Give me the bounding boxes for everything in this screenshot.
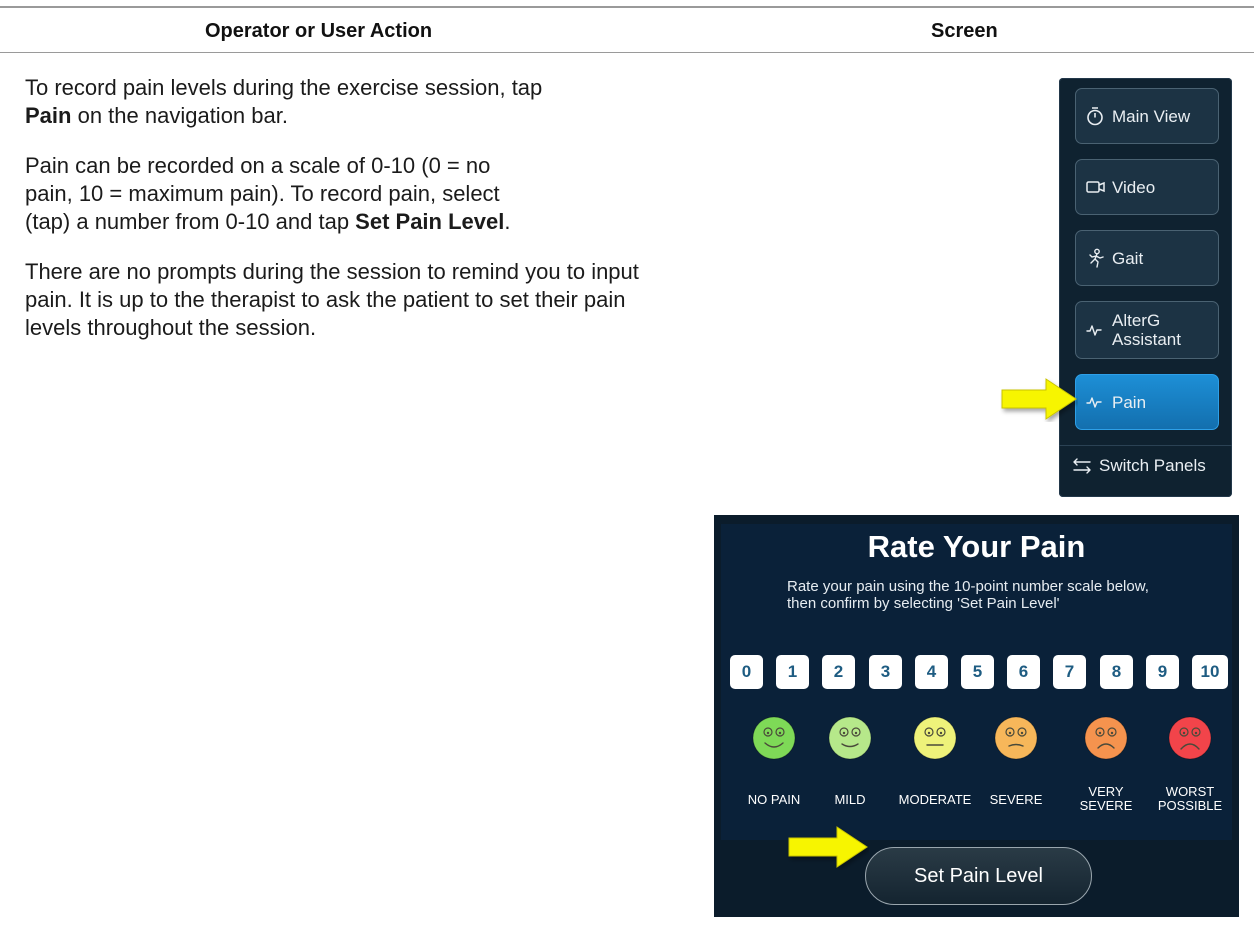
pain-face-label-5: VERY SEVERE bbox=[1064, 785, 1148, 813]
pain-face-label-2: MILD bbox=[808, 793, 892, 807]
pain-number-button-6[interactable]: 6 bbox=[1007, 655, 1040, 689]
pain-face-label-line1: MILD bbox=[834, 792, 866, 807]
pain-number-button-8[interactable]: 8 bbox=[1100, 655, 1133, 689]
pain-number-button-3[interactable]: 3 bbox=[869, 655, 902, 689]
pulse-icon bbox=[1086, 395, 1108, 409]
pain-face-icon-3 bbox=[913, 716, 957, 760]
pain-face-label-line2: SEVERE bbox=[1079, 798, 1133, 813]
pain-number-button-10[interactable]: 10 bbox=[1192, 655, 1228, 689]
pain-face-label-line1: MODERATE bbox=[898, 792, 972, 807]
stopwatch-icon bbox=[1086, 106, 1108, 126]
pain-face-label-4: SEVERE bbox=[974, 793, 1058, 807]
nav-divider bbox=[1059, 445, 1232, 446]
pain-face-icon-6 bbox=[1168, 716, 1212, 760]
p2-bold: Set Pain Level bbox=[355, 209, 505, 234]
pain-face-icon-4 bbox=[994, 716, 1038, 760]
pain-faces-row: NO PAIN MILD MODERATE SEVERE VERY SEVERE WORST… bbox=[714, 715, 1239, 813]
dialog-subtitle-line2: then confirm by selecting 'Set Pain Leve… bbox=[787, 595, 1060, 612]
nav-gait-button[interactable]: Gait bbox=[1075, 230, 1219, 286]
switch-panels-label: Switch Panels bbox=[1099, 456, 1206, 475]
column-header-action: Operator or User Action bbox=[205, 20, 433, 42]
nav-pain-label: Pain bbox=[1112, 392, 1147, 412]
p1-bold: Pain bbox=[25, 103, 72, 128]
dialog-subtitle-line1: Rate your pain using the 10-point number… bbox=[787, 578, 1149, 595]
pain-face-label-line1: WORST bbox=[1165, 784, 1215, 799]
dialog-title: Rate Your Pain bbox=[867, 529, 1086, 564]
pain-number-button-1[interactable]: 1 bbox=[776, 655, 809, 689]
set-pain-level-button[interactable]: Set Pain Level bbox=[865, 847, 1092, 905]
switch-panels-button[interactable]: Switch Panels bbox=[1071, 456, 1206, 476]
instruction-paragraph-2: Pain can be recorded on a scale of 0-10 … bbox=[25, 152, 525, 236]
pain-number-button-4[interactable]: 4 bbox=[915, 655, 948, 689]
p1-text: To record pain levels during the exercis… bbox=[25, 75, 543, 100]
pain-face-label-3: MODERATE bbox=[893, 793, 977, 807]
pain-number-button-5[interactable]: 5 bbox=[961, 655, 994, 689]
nav-video-button[interactable]: Video bbox=[1075, 159, 1219, 215]
navigation-bar: Main View Video Gait AlterG Assistant Pai… bbox=[1059, 78, 1232, 497]
nav-pain-button[interactable]: Pain bbox=[1075, 374, 1219, 430]
pain-face-label-line1: VERY bbox=[1088, 784, 1124, 799]
pain-number-button-2[interactable]: 2 bbox=[822, 655, 855, 689]
pain-face-icon-5 bbox=[1084, 716, 1128, 760]
callout-arrow-set-pain-level bbox=[788, 826, 868, 868]
column-header-screen: Screen bbox=[931, 20, 998, 42]
pulse-icon bbox=[1086, 323, 1108, 337]
pain-face-icon-2 bbox=[828, 716, 872, 760]
nav-alterg-label-line2: Assistant bbox=[1112, 330, 1181, 349]
pain-face-label-1: NO PAIN bbox=[732, 793, 816, 807]
video-camera-icon bbox=[1086, 180, 1108, 194]
instruction-paragraph-1: To record pain levels during the exercis… bbox=[25, 74, 685, 130]
nav-alterg-assistant-button[interactable]: AlterG Assistant bbox=[1075, 301, 1219, 359]
nav-main-view-label: Main View bbox=[1112, 106, 1191, 126]
pain-face-icon-1 bbox=[752, 716, 796, 760]
instruction-paragraph-3: There are no prompts during the session … bbox=[25, 259, 639, 340]
pain-face-label-line2: POSSIBLE bbox=[1157, 798, 1223, 813]
pain-number-scale: 0 1 2 3 4 5 6 7 8 9 10 bbox=[714, 655, 1239, 691]
swap-arrows-icon bbox=[1071, 458, 1093, 474]
pain-number-button-7[interactable]: 7 bbox=[1053, 655, 1086, 689]
table-header-rule bbox=[0, 52, 1254, 53]
pain-number-button-0[interactable]: 0 bbox=[730, 655, 763, 689]
person-walking-icon bbox=[1086, 248, 1108, 268]
pain-face-label-line1: NO PAIN bbox=[747, 792, 801, 807]
nav-alterg-label-line1: AlterG bbox=[1112, 311, 1161, 330]
nav-gait-label: Gait bbox=[1112, 248, 1144, 268]
nav-alterg-label: AlterG Assistant bbox=[1112, 311, 1181, 349]
nav-main-view-button[interactable]: Main View bbox=[1075, 88, 1219, 144]
nav-video-label: Video bbox=[1112, 177, 1156, 197]
pain-number-button-9[interactable]: 9 bbox=[1146, 655, 1179, 689]
p2-text-end: . bbox=[504, 209, 511, 234]
p1-text-end: on the navigation bar. bbox=[71, 103, 288, 128]
pain-face-label-6: WORST POSSIBLE bbox=[1148, 785, 1232, 813]
callout-arrow-pain bbox=[1001, 378, 1077, 420]
table-top-rule bbox=[0, 6, 1254, 8]
pain-face-label-line1: SEVERE bbox=[989, 792, 1043, 807]
